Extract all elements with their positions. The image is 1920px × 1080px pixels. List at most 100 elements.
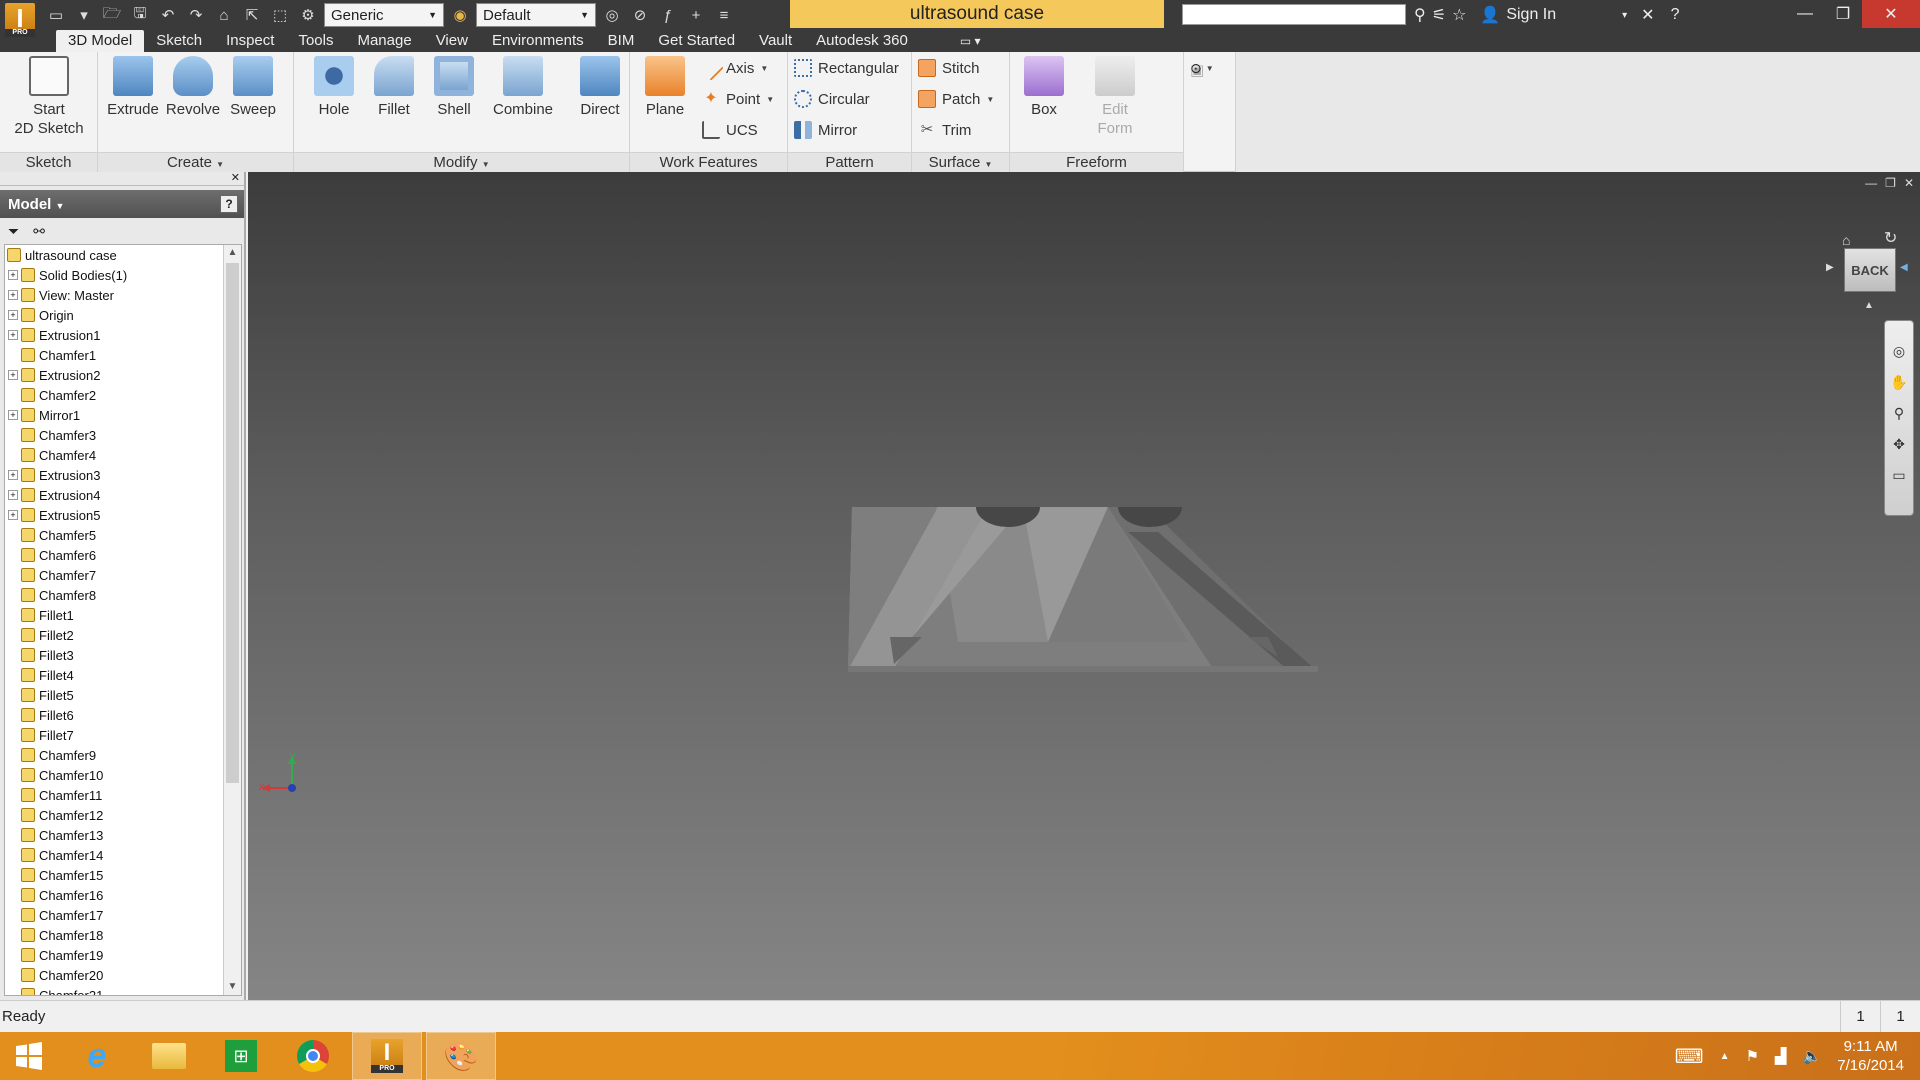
pan-hand-icon[interactable]: ✋	[1890, 374, 1907, 391]
home-icon[interactable]: ⌂	[212, 4, 236, 26]
modify-panel-label[interactable]: Modify ▼	[294, 152, 629, 172]
tab-3d-model[interactable]: 3D Model	[56, 30, 145, 52]
tree-item[interactable]: Chamfer2	[5, 385, 241, 405]
tree-item[interactable]: + Extrusion5	[5, 505, 241, 525]
tab-tools[interactable]: Tools	[286, 30, 345, 52]
file-explorer-button[interactable]	[134, 1032, 204, 1080]
ucs-button[interactable]: UCS	[702, 118, 758, 142]
stitch-button[interactable]: Stitch	[918, 56, 980, 80]
search-icon[interactable]: ⚲	[1414, 5, 1426, 25]
point-button[interactable]: ✦ Point ▼	[702, 87, 774, 111]
adjust-icon[interactable]: ◎	[600, 4, 624, 26]
tab-inspect[interactable]: Inspect	[214, 30, 286, 52]
clear-icon[interactable]: ⊘	[628, 4, 652, 26]
expand-icon[interactable]: +	[8, 470, 18, 480]
open-folder-icon[interactable]: 🗁	[100, 4, 124, 26]
axis-button[interactable]: Axis ▼	[698, 55, 768, 81]
browser-header[interactable]: Model ▼?	[0, 190, 244, 218]
tab-autodesk-360[interactable]: Autodesk 360	[804, 30, 920, 52]
expand-icon[interactable]: +	[8, 370, 18, 380]
box-button[interactable]: Box	[1016, 56, 1072, 119]
tree-item[interactable]: Chamfer4	[5, 445, 241, 465]
tree-item[interactable]: Fillet4	[5, 665, 241, 685]
chevron-up-icon[interactable]: ▲	[224, 245, 241, 261]
circular-pattern-button[interactable]: Circular	[794, 87, 870, 111]
tab-manage[interactable]: Manage	[345, 30, 423, 52]
chevron-left-icon[interactable]: ▶	[1826, 262, 1834, 273]
tree-item[interactable]: Chamfer19	[5, 945, 241, 965]
chevron-right-icon[interactable]: ◀	[1900, 262, 1908, 273]
store-button[interactable]: ⊞	[206, 1032, 276, 1080]
keyboard-icon[interactable]: ⌨	[1675, 1044, 1704, 1069]
direct-button[interactable]: Direct	[570, 56, 630, 119]
tree-item[interactable]: Chamfer12	[5, 805, 241, 825]
mirror-button[interactable]: Mirror	[794, 118, 857, 142]
close-icon[interactable]: ✕	[231, 171, 240, 184]
help-icon[interactable]: ?	[220, 195, 238, 213]
tree-item[interactable]: Chamfer1	[5, 345, 241, 365]
tree-item[interactable]: Chamfer20	[5, 965, 241, 985]
plane-button[interactable]: Plane	[632, 56, 698, 119]
extrude-button[interactable]: Extrude	[102, 56, 164, 119]
tree-item[interactable]: Fillet2	[5, 625, 241, 645]
communication-icon[interactable]: ⚟	[1432, 5, 1446, 25]
expand-icon[interactable]: +	[8, 410, 18, 420]
combine-button[interactable]: Combine	[482, 56, 564, 119]
tab-vault[interactable]: Vault	[747, 30, 804, 52]
trim-button[interactable]: ✂ Trim	[918, 118, 972, 142]
favorites-star-icon[interactable]: ☆	[1452, 5, 1466, 25]
hole-button[interactable]: Hole	[304, 56, 364, 119]
return-icon[interactable]: ⇱	[240, 4, 264, 26]
tree-item[interactable]: Chamfer13	[5, 825, 241, 845]
start-button[interactable]	[0, 1032, 58, 1080]
volume-icon[interactable]: 🔈	[1803, 1047, 1822, 1065]
expand-icon[interactable]: +	[8, 290, 18, 300]
tree-item[interactable]: Fillet7	[5, 725, 241, 745]
network-signal-icon[interactable]: ▟	[1775, 1047, 1787, 1065]
tree-item[interactable]: + Extrusion3	[5, 465, 241, 485]
tab-bim[interactable]: BIM	[596, 30, 647, 52]
function-icon[interactable]: ƒ	[656, 4, 680, 26]
create-panel-label[interactable]: Create ▼	[98, 152, 293, 172]
tree-item[interactable]: Chamfer10	[5, 765, 241, 785]
rectangular-pattern-button[interactable]: Rectangular	[794, 56, 899, 80]
tree-item[interactable]: Chamfer21	[5, 985, 241, 995]
surface-panel-label[interactable]: Surface ▼	[912, 152, 1009, 172]
expand-icon[interactable]: +	[8, 490, 18, 500]
select-icon[interactable]: ⬚	[268, 4, 292, 26]
paint-button[interactable]: 🎨	[426, 1032, 496, 1080]
shell-button[interactable]: Shell	[424, 56, 484, 119]
tree-item[interactable]: ultrasound case	[5, 245, 241, 265]
tree-item[interactable]: + Origin	[5, 305, 241, 325]
3d-viewport[interactable]: — ❐ ✕ ⌂ ↻ BACK ▶ ◀ ▲ ◎ ✋ ⚲ ✥ ▭ x y	[248, 172, 1920, 1000]
dropdown-arrow-icon[interactable]: ▾	[72, 4, 96, 26]
filter-icon[interactable]: ⏷	[8, 223, 19, 240]
restore-icon[interactable]: ❐	[1824, 0, 1862, 28]
action-center-flag-icon[interactable]: ⚑	[1746, 1047, 1759, 1065]
redo-icon[interactable]: ↷	[184, 4, 208, 26]
tree-item[interactable]: Chamfer16	[5, 885, 241, 905]
new-file-icon[interactable]: ▭	[44, 4, 68, 26]
tree-item[interactable]: Fillet1	[5, 605, 241, 625]
zoom-icon[interactable]: ⚲	[1894, 405, 1904, 422]
expand-icon[interactable]: +	[8, 510, 18, 520]
scrollbar-thumb[interactable]	[226, 263, 239, 783]
ribbon-minimize-toggle[interactable]: ⊙ ▼	[1184, 56, 1236, 80]
minimize-icon[interactable]: —	[1786, 0, 1824, 28]
color-wheel-icon[interactable]: ◉	[448, 4, 472, 26]
tree-item[interactable]: Chamfer14	[5, 845, 241, 865]
tree-item[interactable]: + Extrusion4	[5, 485, 241, 505]
tree-item[interactable]: Chamfer18	[5, 925, 241, 945]
tab-sketch[interactable]: Sketch	[144, 30, 214, 52]
look-at-icon[interactable]: ▭	[1892, 467, 1905, 484]
tree-item[interactable]: + View: Master	[5, 285, 241, 305]
tree-item[interactable]: + Mirror1	[5, 405, 241, 425]
tree-item[interactable]: + Extrusion1	[5, 325, 241, 345]
tree-item[interactable]: + Solid Bodies(1)	[5, 265, 241, 285]
revolve-button[interactable]: Revolve	[162, 56, 224, 119]
application-menu-button[interactable]: I PRO	[0, 0, 40, 40]
customize-qat-icon[interactable]: ≡	[712, 4, 736, 26]
model-render[interactable]	[248, 172, 1920, 1000]
tree-item[interactable]: Chamfer6	[5, 545, 241, 565]
tree-item[interactable]: Chamfer8	[5, 585, 241, 605]
